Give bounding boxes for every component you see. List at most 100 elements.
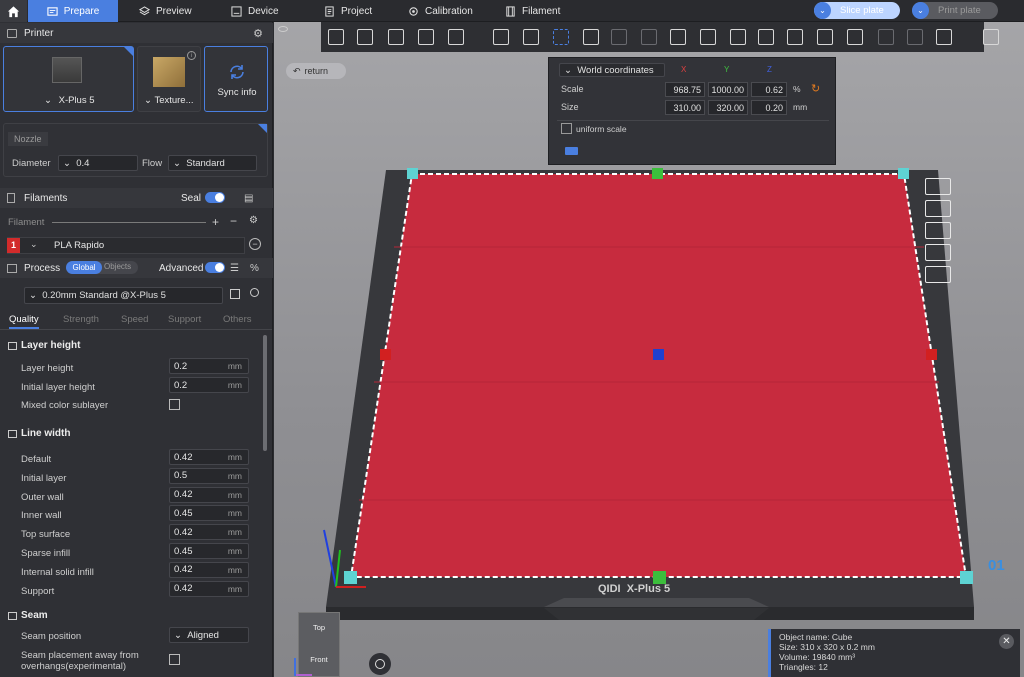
flow-select[interactable]: ⌄ Standard [168, 155, 257, 171]
tab-device[interactable]: Device [231, 0, 279, 22]
printer-settings-icon[interactable]: ⚙ [253, 27, 263, 40]
coordinate-select[interactable]: ⌄ World coordinates [559, 63, 665, 77]
close-info-icon[interactable]: ✕ [999, 634, 1014, 649]
print-plate-button[interactable]: ⌄ Print plate [912, 2, 998, 19]
seam-position-select[interactable]: ⌄ Aligned [169, 627, 249, 643]
scale-z-input[interactable]: 0.62 [751, 82, 787, 97]
layer-height-input[interactable]: 0.2 mm [169, 358, 249, 374]
print-dropdown-icon[interactable]: ⌄ [912, 2, 929, 19]
tab-strength[interactable]: Strength [63, 314, 99, 325]
seal-toggle[interactable] [205, 192, 225, 203]
tab-calibration[interactable]: Calibration [408, 0, 473, 22]
keyboard-icon[interactable] [565, 147, 578, 155]
texture-card[interactable]: i ⌄ Texture... [137, 46, 201, 112]
mixed-color-checkbox[interactable] [169, 399, 180, 410]
handle-top-left[interactable] [407, 168, 418, 179]
diameter-select[interactable]: ⌄ 0.4 [58, 155, 138, 171]
object-name: Object name: Cube [779, 632, 853, 642]
initial-layer-height-value: 0.2 [174, 379, 188, 391]
reset-scale-icon[interactable]: ↻ [811, 82, 820, 95]
scale-y-input[interactable]: 1000.00 [708, 82, 748, 97]
initial-layer-height-input[interactable]: 0.2 mm [169, 377, 249, 393]
inner-wall-width-input[interactable]: 0.45 mm [169, 505, 249, 522]
tab-project[interactable]: Project [324, 0, 372, 22]
sparse-infill-width-input[interactable]: 0.45 mm [169, 543, 249, 559]
default-width-input[interactable]: 0.42 mm [169, 449, 249, 465]
printer-select[interactable]: ⌄ X-Plus 5 [44, 95, 95, 106]
handle-center[interactable] [653, 349, 664, 360]
filament-dropdown-icon[interactable]: ⌄ [30, 239, 38, 250]
top-surface-width-input[interactable]: 0.42 mm [169, 524, 249, 541]
settings-scrollbar[interactable] [263, 335, 267, 451]
outer-wall-width-input[interactable]: 0.42 mm [169, 486, 249, 503]
printer-header: Printer ⚙ [0, 23, 273, 43]
view-cube[interactable]: Top Front [298, 612, 340, 677]
initial-layer-width-input[interactable]: 0.5 mm [169, 467, 249, 484]
uniform-scale-checkbox[interactable] [561, 123, 572, 134]
plate-view-icon[interactable] [925, 266, 951, 283]
outer-wall-width-label: Outer wall [21, 491, 64, 503]
nozzle-corner-icon[interactable] [258, 124, 267, 133]
size-z-input[interactable]: 0.20 [751, 100, 787, 115]
tab-support[interactable]: Support [168, 314, 201, 325]
filament-gear-icon[interactable]: ⚙ [249, 215, 258, 226]
slice-dropdown-icon[interactable]: ⌄ [814, 2, 831, 19]
tab-preview[interactable]: Preview [139, 0, 192, 22]
texture-info-icon[interactable]: i [187, 51, 196, 60]
slice-plate-button[interactable]: ⌄ Slice plate [814, 2, 900, 19]
printer-edit-corner-icon[interactable] [124, 47, 133, 56]
plate-delete-icon[interactable] [925, 178, 951, 195]
tab-others[interactable]: Others [223, 314, 252, 325]
process-percent-icon[interactable]: % [250, 263, 259, 274]
global-option[interactable]: Global [66, 261, 102, 274]
sparse-infill-width-unit: mm [227, 546, 242, 556]
handle-mid-left[interactable] [380, 349, 391, 360]
size-y-value: 320.00 [716, 102, 744, 113]
home-button[interactable] [0, 0, 27, 22]
seam-away-checkbox[interactable] [169, 654, 180, 665]
printer-card[interactable]: ⌄ X-Plus 5 [3, 46, 134, 112]
process-preset-select[interactable]: ⌄ 0.20mm Standard @X-Plus 5 [24, 287, 223, 304]
tab-quality[interactable]: Quality [9, 314, 39, 329]
sync-info-button[interactable]: Sync info [204, 46, 268, 112]
handle-mid-right[interactable] [926, 349, 937, 360]
save-preset-icon[interactable] [230, 289, 240, 299]
support-width-input[interactable]: 0.42 mm [169, 580, 249, 597]
plate-orient-icon[interactable] [925, 222, 951, 239]
internal-solid-infill-width-input[interactable]: 0.42 mm [169, 561, 249, 578]
tab-filament[interactable]: Filament [505, 0, 560, 22]
advanced-toggle[interactable] [205, 262, 225, 273]
outer-wall-width-value: 0.42 [174, 489, 193, 501]
add-filament-icon[interactable]: + [212, 215, 219, 229]
size-x-input[interactable]: 310.00 [665, 100, 705, 115]
handle-top-mid[interactable] [652, 168, 663, 179]
scale-x-input[interactable]: 968.75 [665, 82, 705, 97]
plate-object[interactable] [351, 174, 966, 577]
size-z-value: 0.20 [765, 102, 783, 113]
tab-calibration-label: Calibration [425, 5, 473, 17]
handle-bottom-right[interactable] [960, 571, 973, 584]
process-list-icon[interactable]: ☰ [230, 263, 239, 274]
diameter-value: 0.4 [76, 157, 90, 169]
objects-option[interactable]: Objects [104, 262, 131, 271]
size-y-input[interactable]: 320.00 [708, 100, 748, 115]
filament-remove-icon[interactable]: − [249, 238, 261, 250]
plate-arrange-icon[interactable] [925, 200, 951, 217]
filament-icon [506, 5, 515, 17]
filament-row[interactable]: 1 ⌄ PLA Rapido [7, 237, 245, 254]
texture-select[interactable]: ⌄ Texture... [144, 95, 194, 106]
object-info-panel: Object name: Cube Size: 310 x 320 x 0.2 … [768, 629, 1020, 677]
plate-lock-icon[interactable] [925, 244, 951, 261]
filament-divider [52, 222, 206, 223]
filament-settings-icon[interactable]: ▤ [244, 193, 253, 204]
search-icon[interactable] [250, 288, 259, 297]
handle-bottom-left[interactable] [344, 571, 357, 584]
tab-prepare[interactable]: Prepare [28, 0, 118, 22]
print-plate-label: Print plate [938, 5, 981, 16]
handle-top-right[interactable] [898, 168, 909, 179]
remove-filament-icon[interactable]: − [230, 214, 237, 228]
tab-speed[interactable]: Speed [121, 314, 148, 325]
mixed-color-label: Mixed color sublayer [21, 400, 109, 411]
scale-x-value: 968.75 [673, 84, 701, 95]
zoom-fit-button[interactable] [369, 653, 391, 675]
